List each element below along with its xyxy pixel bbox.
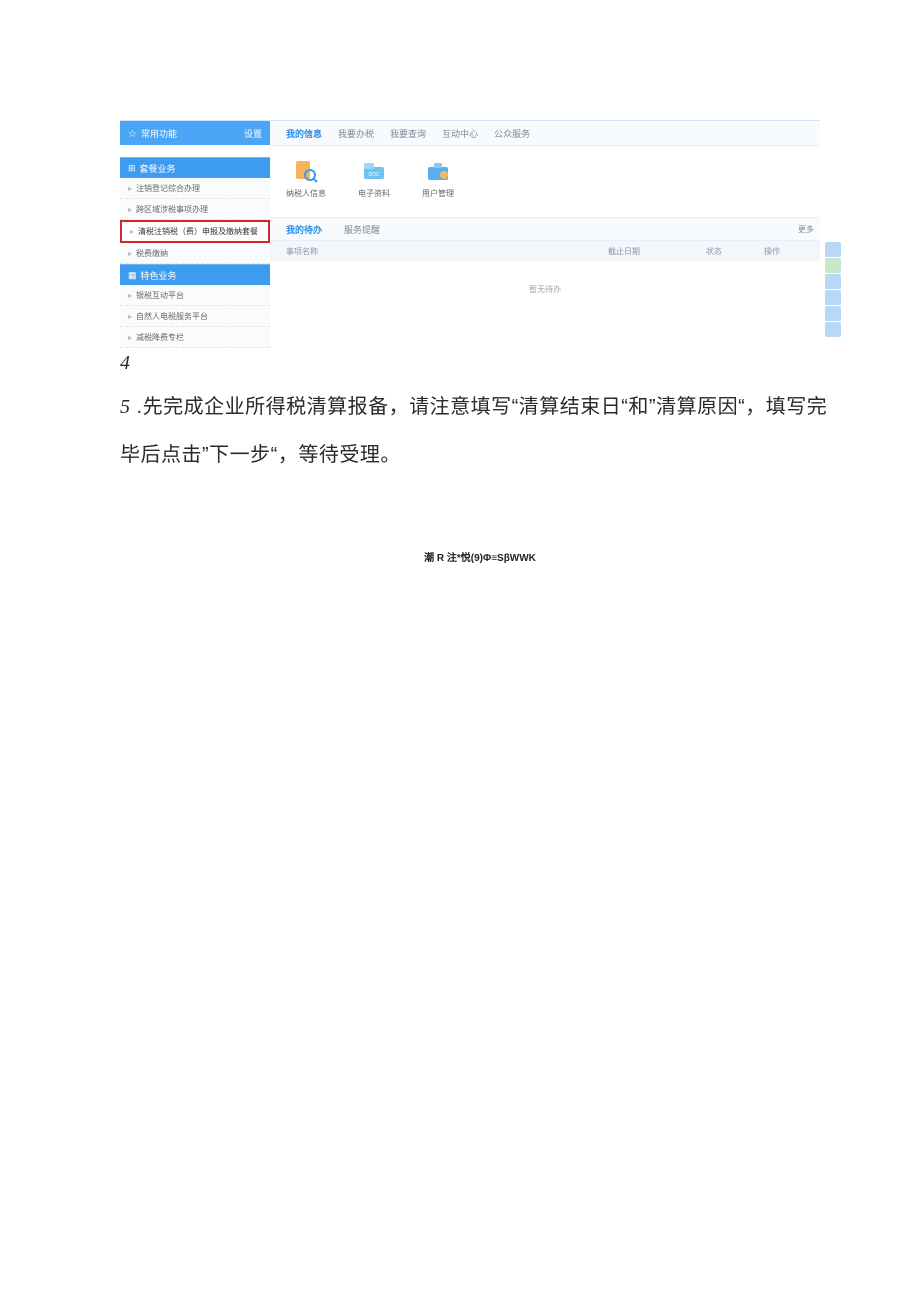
float-button-3[interactable] xyxy=(825,274,841,289)
todo-empty-text: 暂无待办 xyxy=(270,261,820,299)
card-taxpayer-info[interactable]: 纳税人信息 xyxy=(286,158,326,199)
step-5-text: 5 .先完成企业所得税清算报备，请注意填写“清算结束日“和”清算原因“，填写完毕… xyxy=(120,383,840,479)
package-icon: ⊞ xyxy=(128,163,136,174)
tax-app-screenshot: ☆ 常用功能 设置 ⊞ 套餐业务 ▸ 注销登记综合办理 ▸ 跨区域涉税事项办理 xyxy=(120,120,840,348)
chevron-icon: ▸ xyxy=(130,227,134,236)
star-icon: ☆ xyxy=(128,129,137,140)
card-user-mgmt[interactable]: 用户管理 xyxy=(422,158,454,199)
tab-my-info[interactable]: 我的信息 xyxy=(286,127,322,140)
fav-settings-link[interactable]: 设置 xyxy=(244,127,262,140)
side-floating-buttons xyxy=(825,242,841,337)
sidebar-favorites-header[interactable]: ☆ 常用功能 设置 xyxy=(120,121,270,145)
chevron-icon: ▸ xyxy=(128,291,132,300)
svg-text:DOC: DOC xyxy=(368,172,380,178)
tab-public[interactable]: 公众服务 xyxy=(494,127,530,140)
main-tabs: 我的信息 我要办税 我要查询 互动中心 公众服务 xyxy=(270,121,820,146)
grid-icon: ▦ xyxy=(128,270,137,281)
float-button-6[interactable] xyxy=(825,322,841,337)
float-button-4[interactable] xyxy=(825,290,841,305)
sidebar-item-natural-person[interactable]: ▸ 自然人电税服务平台 xyxy=(120,306,270,327)
step-4-number: 4 xyxy=(120,352,840,375)
info-cards: 纳税人信息 DOC 电子资料 用户管理 xyxy=(270,146,820,217)
briefcase-user-icon xyxy=(423,158,453,184)
col-deadline: 截止日期 xyxy=(608,246,698,257)
col-action: 操作 xyxy=(764,246,804,257)
chevron-icon: ▸ xyxy=(128,249,132,258)
sidebar-item-taxpay[interactable]: ▸ 税费缴纳 xyxy=(120,243,270,264)
subtab-todo[interactable]: 我的待办 xyxy=(286,223,322,236)
folder-icon: DOC xyxy=(359,158,389,184)
sidebar-item-cancel-reg[interactable]: ▸ 注销登记综合办理 xyxy=(120,178,270,199)
main-panel: 我的信息 我要办税 我要查询 互动中心 公众服务 纳税人信息 xyxy=(270,121,820,348)
tab-interact[interactable]: 互动中心 xyxy=(442,127,478,140)
chevron-icon: ▸ xyxy=(128,333,132,342)
col-name: 事项名称 xyxy=(286,246,600,257)
sidebar-item-taxcut[interactable]: ▸ 减税降费专栏 xyxy=(120,327,270,348)
sidebar-item-tax-clear-package[interactable]: ▸ 清税注销税（费）申报及缴纳套餐 xyxy=(120,220,270,243)
card-edoc[interactable]: DOC 电子资料 xyxy=(358,158,390,199)
document-search-icon xyxy=(291,158,321,184)
sidebar-item-crossregion[interactable]: ▸ 跨区域涉税事项办理 xyxy=(120,199,270,220)
float-button-1[interactable] xyxy=(825,242,841,257)
chevron-icon: ▸ xyxy=(128,205,132,214)
sidebar: ☆ 常用功能 设置 ⊞ 套餐业务 ▸ 注销登记综合办理 ▸ 跨区域涉税事项办理 xyxy=(120,121,270,348)
chevron-icon: ▸ xyxy=(128,184,132,193)
float-button-2[interactable] xyxy=(825,258,841,273)
footer-text: 潮 R 注*悦(9)Φ≡SβWWK xyxy=(120,549,840,564)
col-status: 状态 xyxy=(706,246,756,257)
todo-table-header: 事项名称 截止日期 状态 操作 xyxy=(270,241,820,261)
subtabs-more-link[interactable]: 更多 xyxy=(798,224,814,235)
sidebar-section-special[interactable]: ▦ 特色业务 xyxy=(120,264,270,285)
sidebar-section-package[interactable]: ⊞ 套餐业务 xyxy=(120,157,270,178)
float-button-5[interactable] xyxy=(825,306,841,321)
chevron-icon: ▸ xyxy=(128,312,132,321)
fav-title: 常用功能 xyxy=(141,129,177,139)
step-5-number: 5 xyxy=(120,396,131,418)
subtab-reminder[interactable]: 服务提醒 xyxy=(344,223,380,236)
sub-tabs: 我的待办 服务提醒 更多 xyxy=(270,217,820,241)
tab-do-tax[interactable]: 我要办税 xyxy=(338,127,374,140)
sidebar-item-banktax[interactable]: ▸ 银税互动平台 xyxy=(120,285,270,306)
tab-query[interactable]: 我要查询 xyxy=(390,127,426,140)
